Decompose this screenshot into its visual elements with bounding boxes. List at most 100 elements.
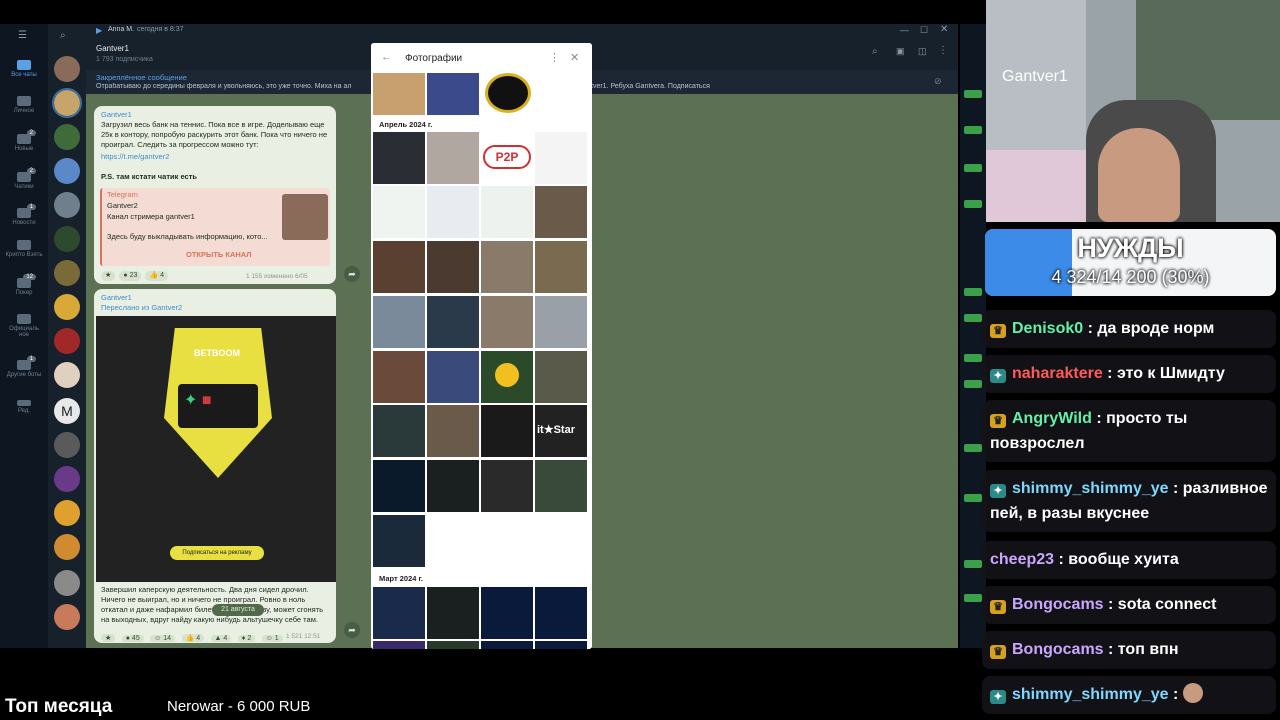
menu-icon[interactable]: ☰ xyxy=(18,30,27,41)
photo-thumb[interactable] xyxy=(535,186,587,238)
photo-thumb[interactable] xyxy=(481,241,533,293)
chat-avatar[interactable] xyxy=(54,158,80,184)
chat-avatar[interactable] xyxy=(54,466,80,492)
chat-avatar[interactable] xyxy=(54,362,80,388)
reaction-chip[interactable]: ● 45 xyxy=(121,635,144,642)
folder-personal[interactable]: Личное xyxy=(4,96,44,114)
folder-news[interactable]: 1 Новости xyxy=(4,204,44,226)
photo-thumb[interactable] xyxy=(373,73,425,115)
photo-thumb[interactable] xyxy=(481,460,533,512)
message-author[interactable]: Gantver1 xyxy=(101,110,132,120)
photo-thumb[interactable] xyxy=(427,296,479,348)
search-icon[interactable]: ⌕ xyxy=(872,46,878,57)
chat-avatar[interactable] xyxy=(54,294,80,320)
chat-avatar[interactable] xyxy=(54,604,80,630)
photo-thumb[interactable] xyxy=(373,587,425,639)
comments-icon[interactable]: ▣ xyxy=(896,46,905,57)
forward-icon[interactable]: ➦ xyxy=(344,266,360,282)
chat-avatar[interactable] xyxy=(54,432,80,458)
photo-thumb[interactable] xyxy=(535,641,587,649)
photo-thumb[interactable] xyxy=(427,186,479,238)
forwarded-source[interactable]: Gantver2 xyxy=(151,303,182,312)
chat-avatar[interactable] xyxy=(54,56,80,82)
photo-thumb[interactable] xyxy=(481,587,533,639)
photo-thumb[interactable] xyxy=(427,587,479,639)
photo-thumb[interactable] xyxy=(373,405,425,457)
photo-thumb[interactable] xyxy=(427,405,479,457)
reaction-chip[interactable]: ▲ 4 xyxy=(210,635,232,642)
photo-thumb[interactable] xyxy=(481,296,533,348)
chat-avatar[interactable] xyxy=(54,226,80,252)
chat-avatar[interactable] xyxy=(54,570,80,596)
photo-thumb[interactable] xyxy=(373,460,425,512)
photo-thumb[interactable] xyxy=(535,241,587,293)
folder-chats[interactable]: 2 Чатики xyxy=(4,168,44,190)
photo-thumb[interactable] xyxy=(481,186,533,238)
message-author[interactable]: Gantver1 xyxy=(101,293,132,303)
photo-thumb[interactable] xyxy=(427,460,479,512)
reaction-chip[interactable]: ♦ 2 xyxy=(237,635,256,642)
photo-thumb[interactable]: it★Star xyxy=(535,405,587,457)
photo-thumb[interactable] xyxy=(535,351,587,403)
photo-thumb[interactable] xyxy=(481,641,533,649)
photo-thumb[interactable] xyxy=(427,351,479,403)
sidebar-toggle-icon[interactable]: ◫ xyxy=(918,46,927,57)
photo-thumb[interactable] xyxy=(535,587,587,639)
chat-avatar[interactable] xyxy=(54,328,80,354)
photo-thumb[interactable] xyxy=(427,641,479,649)
photo-thumb[interactable] xyxy=(427,241,479,293)
photo-thumb[interactable] xyxy=(373,186,425,238)
forward-icon[interactable]: ➦ xyxy=(344,622,360,638)
photo-thumb[interactable] xyxy=(481,73,533,115)
photo-attachment[interactable]: BETBOOM ✦ ■ Подписаться на рекламу xyxy=(96,316,336,582)
minimize-button[interactable]: — xyxy=(900,25,909,35)
photo-thumb[interactable] xyxy=(481,351,533,403)
close-window-button[interactable]: ✕ xyxy=(940,24,948,35)
reaction-star[interactable]: ★ xyxy=(101,634,116,642)
folder-new[interactable]: 2 Новые xyxy=(4,130,44,152)
message-link[interactable]: https://t.me/gantver2 xyxy=(101,152,169,162)
reaction-chip[interactable]: ● 23 xyxy=(119,271,142,281)
photo-thumb[interactable] xyxy=(535,132,587,184)
chat-avatar[interactable] xyxy=(52,88,82,118)
chat-avatar[interactable] xyxy=(54,124,80,150)
chat-avatar[interactable] xyxy=(54,500,80,526)
folder-official[interactable]: Официаль ное xyxy=(4,314,44,338)
photo-thumb[interactable] xyxy=(373,296,425,348)
photo-thumb[interactable] xyxy=(427,73,479,115)
photo-thumb[interactable] xyxy=(373,132,425,184)
pin-list-icon[interactable]: ⊘ xyxy=(934,76,942,87)
reaction-chip[interactable]: 👍 4 xyxy=(145,271,169,281)
back-arrow-icon[interactable]: ← xyxy=(381,51,392,63)
photo-thumb[interactable] xyxy=(481,405,533,457)
more-icon[interactable]: ⋮ xyxy=(938,45,948,56)
close-icon[interactable]: ✕ xyxy=(570,51,579,64)
more-icon[interactable]: ⋮ xyxy=(549,51,560,64)
reaction-chip[interactable]: 👍 4 xyxy=(181,634,205,642)
photo-thumb[interactable] xyxy=(373,241,425,293)
maximize-button[interactable]: ☐ xyxy=(920,25,928,36)
reaction-star[interactable]: ★ xyxy=(101,271,116,281)
chat-avatar[interactable] xyxy=(54,260,80,286)
chat-avatar[interactable] xyxy=(54,192,80,218)
reaction-chip[interactable]: ☺ 1 xyxy=(261,635,283,642)
photo-thumb[interactable] xyxy=(535,460,587,512)
folder-bots[interactable]: 1 Другие боты xyxy=(4,356,44,378)
folder-poker[interactable]: 12 Покер xyxy=(4,274,44,296)
chat-title[interactable]: Gantver1 xyxy=(96,44,129,53)
photo-thumb[interactable] xyxy=(535,296,587,348)
photo-thumb[interactable] xyxy=(373,351,425,403)
reaction-chip[interactable]: ☺ 14 xyxy=(150,635,176,642)
folder-crypto[interactable]: Крипто Взять xyxy=(4,240,44,258)
chat-avatar[interactable]: M xyxy=(54,398,80,424)
photo-thumb[interactable] xyxy=(427,132,479,184)
photo-thumb[interactable] xyxy=(373,641,425,649)
open-channel-button[interactable]: ОТКРЫТЬ КАНАЛ xyxy=(186,250,252,260)
folder-edit[interactable]: Ред. xyxy=(4,400,44,414)
search-icon[interactable]: ⌕ xyxy=(60,30,66,41)
folder-all[interactable]: Все чаты xyxy=(4,60,44,78)
link-preview[interactable]: Telegram Gantver2 Канал стримера gantver… xyxy=(100,188,330,266)
chat-avatar[interactable] xyxy=(54,534,80,560)
photo-thumb[interactable]: P2P xyxy=(481,132,533,184)
photo-thumb[interactable] xyxy=(373,515,425,567)
